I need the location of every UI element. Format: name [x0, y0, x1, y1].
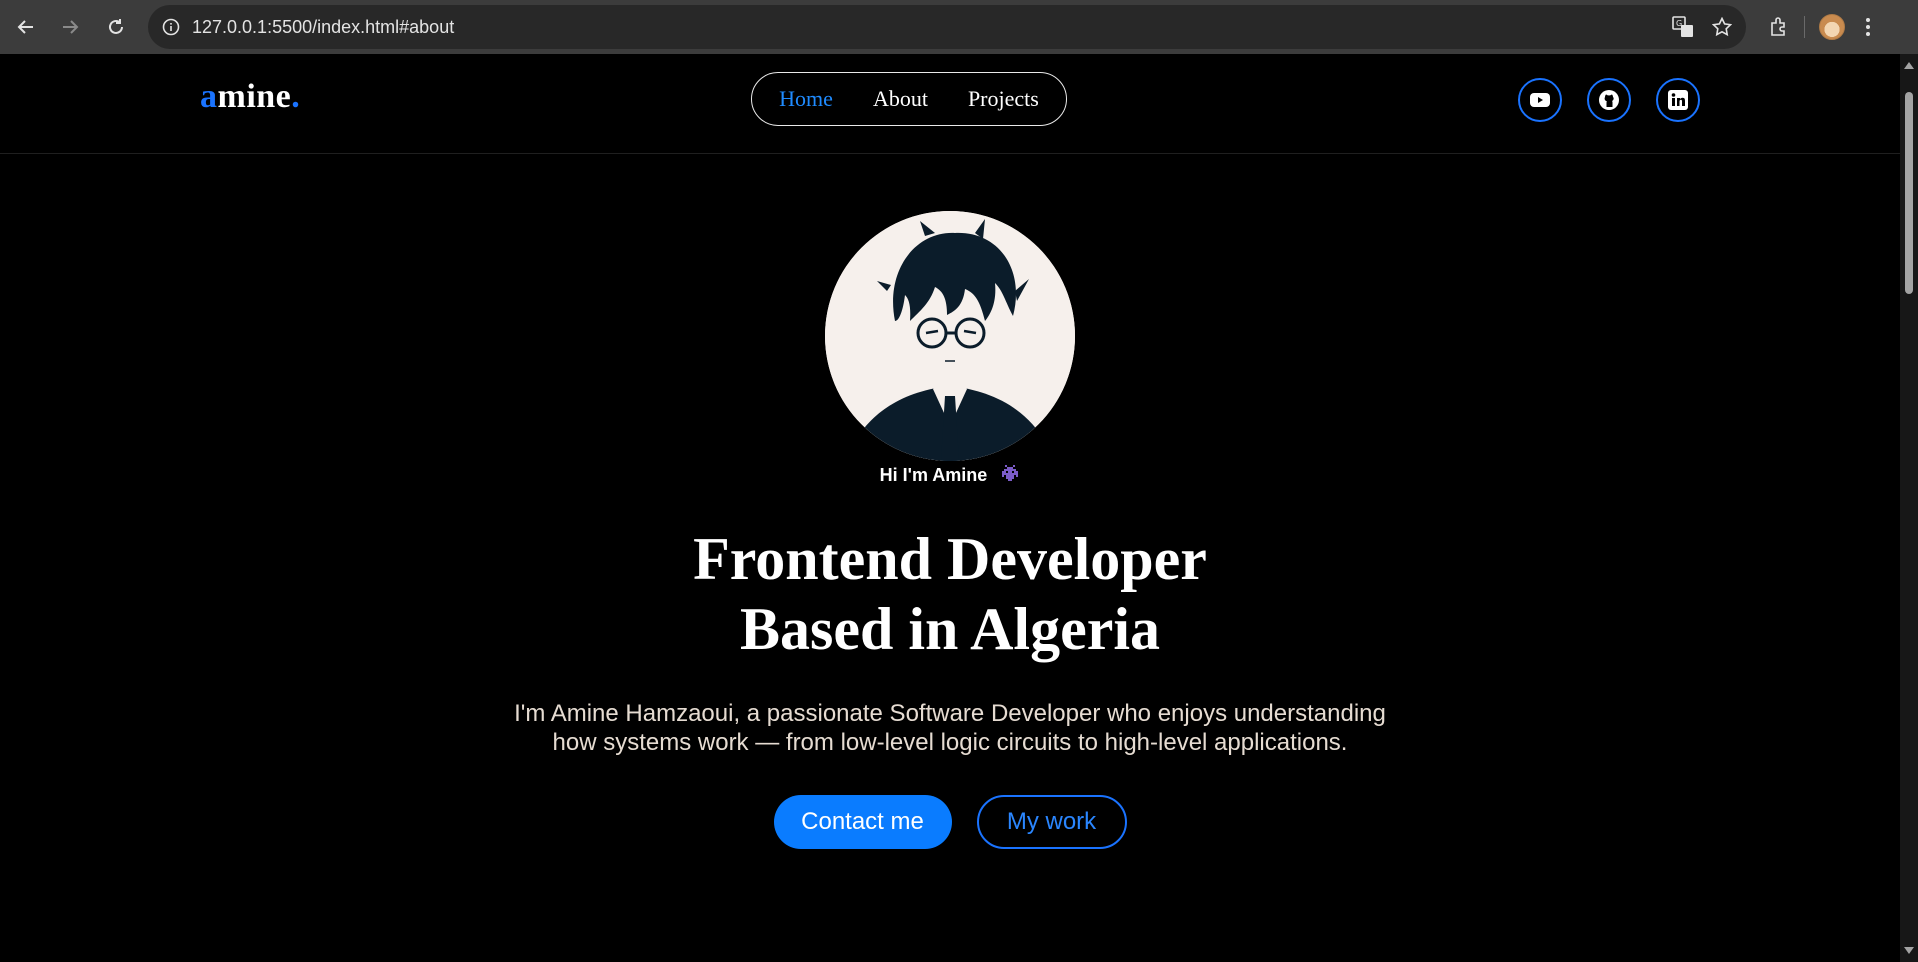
menu-icon[interactable] — [1865, 17, 1871, 37]
hero-intro: I'm Amine Hamzaoui, a passionate Softwar… — [450, 699, 1450, 757]
page-viewport: amine. Home About Projects Hi I'm Amine … — [0, 54, 1900, 962]
logo-dot: . — [291, 78, 301, 115]
hero-headline: Frontend Developer Based in Algeria — [0, 524, 1900, 664]
cta-group: Contact me My work — [0, 795, 1900, 849]
forward-icon — [63, 20, 79, 34]
site-logo[interactable]: amine. — [200, 78, 300, 116]
intro-line-2: how systems work — from low-level logic … — [552, 729, 1348, 756]
linkedin-link[interactable] — [1656, 78, 1700, 122]
back-button[interactable] — [4, 5, 48, 49]
headline-line-1: Frontend Developer — [693, 526, 1207, 592]
nav-home-link[interactable]: Home — [779, 86, 833, 112]
headline-line-2: Based in Algeria — [739, 596, 1161, 662]
youtube-link[interactable] — [1518, 78, 1562, 122]
star-icon[interactable] — [1712, 17, 1732, 37]
back-icon — [17, 20, 33, 34]
nav-projects-link[interactable]: Projects — [968, 86, 1039, 112]
github-link[interactable] — [1587, 78, 1631, 122]
github-icon — [1599, 90, 1619, 110]
profile-avatar-image — [825, 211, 1075, 461]
logo-text: mine — [217, 78, 292, 115]
forward-button[interactable] — [48, 5, 92, 49]
scrollbar-thumb[interactable] — [1905, 92, 1913, 294]
scroll-up-arrow-icon[interactable] — [1904, 62, 1914, 69]
extensions-icon[interactable] — [1768, 16, 1790, 38]
nav-about-link[interactable]: About — [873, 86, 928, 112]
greeting-text: Hi I'm Amine — [0, 465, 1900, 488]
greeting-label: Hi I'm Amine — [879, 465, 988, 485]
toolbar-divider — [1804, 16, 1805, 38]
intro-line-1: I'm Amine Hamzaoui, a passionate Softwar… — [514, 700, 1386, 727]
reload-button[interactable] — [94, 5, 138, 49]
translate-icon[interactable]: G — [1672, 16, 1694, 38]
profile-avatar[interactable] — [1819, 14, 1845, 40]
reload-icon — [109, 19, 123, 34]
page-scrollbar[interactable] — [1900, 54, 1918, 962]
anime-portrait-illustration — [825, 211, 1075, 461]
main-nav: Home About Projects — [751, 72, 1067, 126]
alien-monster-icon — [1000, 465, 1020, 488]
social-links — [1518, 78, 1700, 122]
site-header: amine. Home About Projects — [0, 54, 1900, 154]
my-work-button[interactable]: My work — [976, 795, 1127, 849]
youtube-icon — [1530, 93, 1550, 107]
address-bar[interactable]: 127.0.0.1:5500/index.html#about G — [148, 5, 1746, 49]
linkedin-icon — [1668, 90, 1688, 110]
site-info-icon[interactable] — [162, 18, 180, 36]
scroll-down-arrow-icon[interactable] — [1904, 947, 1914, 954]
url-text[interactable]: 127.0.0.1:5500/index.html#about — [192, 17, 454, 38]
svg-text:G: G — [1676, 19, 1682, 28]
contact-me-button[interactable]: Contact me — [773, 795, 952, 849]
browser-toolbar: 127.0.0.1:5500/index.html#about G — [0, 0, 1918, 54]
logo-letter: a — [200, 78, 218, 115]
